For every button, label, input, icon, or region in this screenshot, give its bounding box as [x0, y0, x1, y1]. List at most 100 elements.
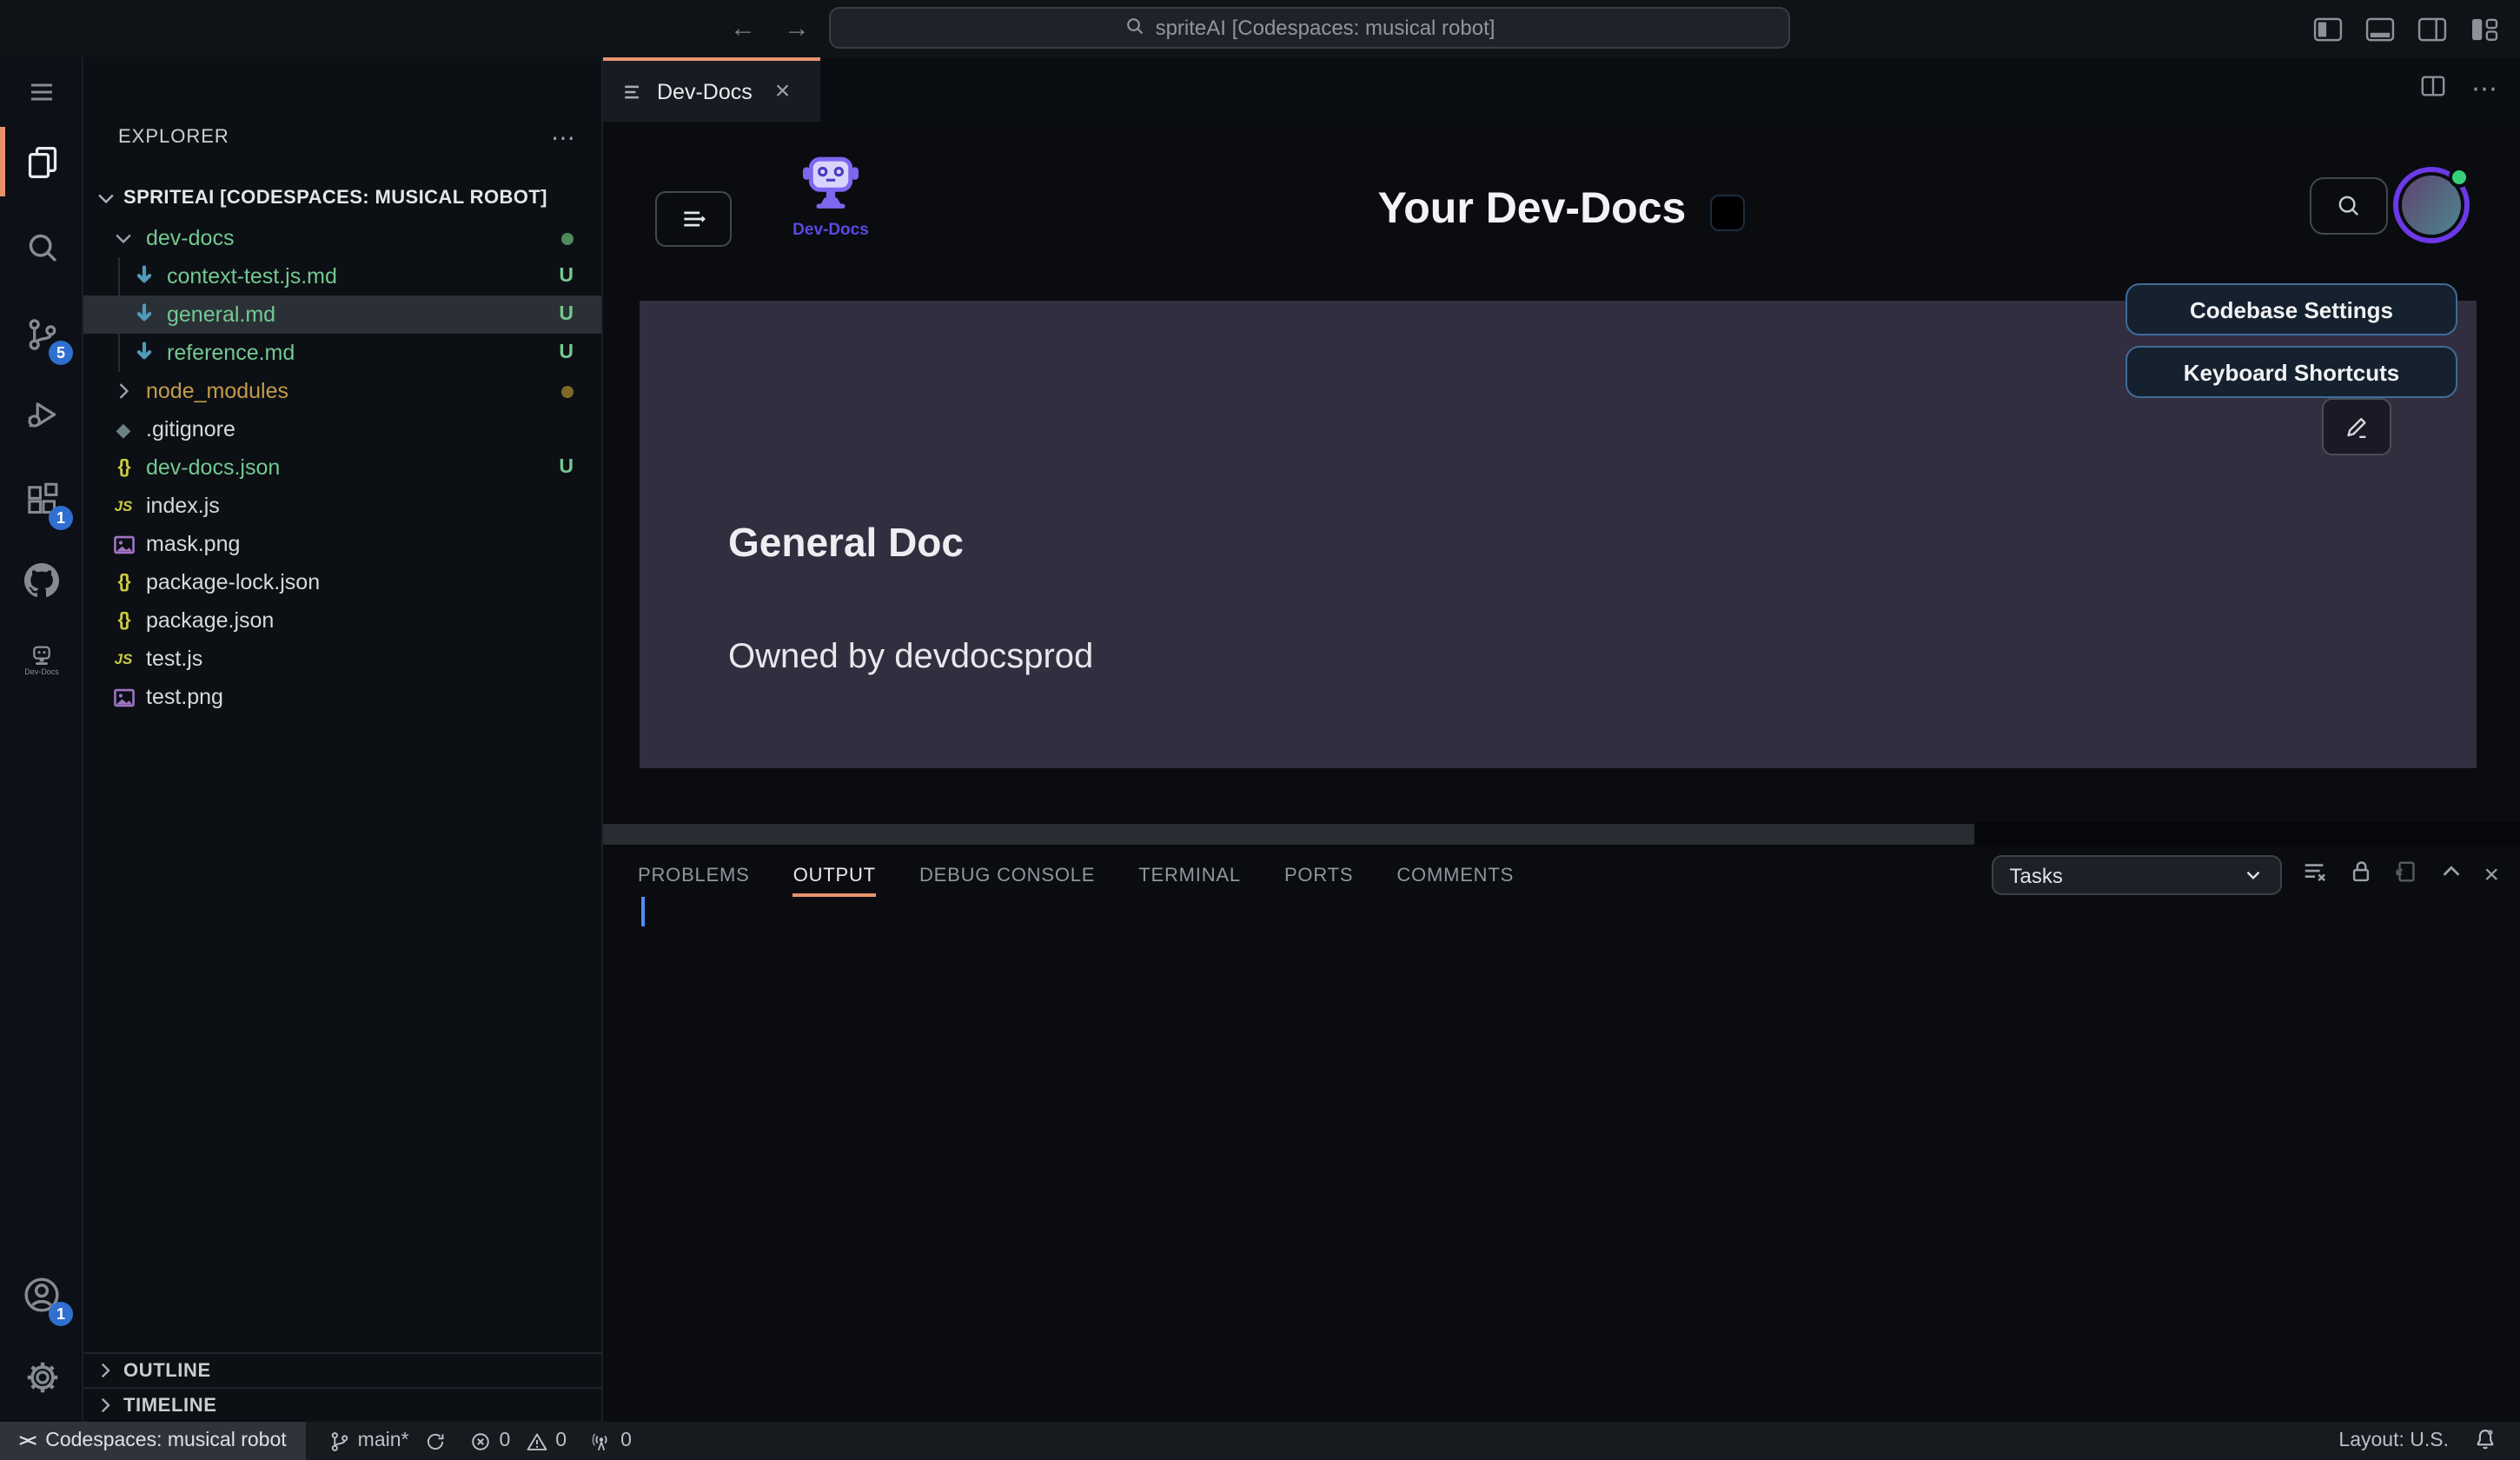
- panel-tab-comments[interactable]: COMMENTS: [1396, 846, 1514, 904]
- extensions-badge: 1: [49, 506, 73, 530]
- git-untracked-badge: U: [559, 342, 574, 363]
- remote-indicator[interactable]: >< Codespaces: musical robot: [0, 1422, 306, 1460]
- github-view-icon[interactable]: [0, 546, 83, 615]
- codebase-settings-button[interactable]: Codebase Settings: [2125, 283, 2457, 335]
- modified-dot-badge: [561, 232, 574, 244]
- panel-tab-output[interactable]: OUTPUT: [793, 846, 876, 904]
- maximize-panel-icon[interactable]: [2438, 858, 2464, 893]
- back-arrow-icon[interactable]: ←: [730, 14, 756, 43]
- file-row-mask-png[interactable]: mask.png: [83, 525, 601, 563]
- run-debug-view-icon[interactable]: [0, 379, 83, 448]
- keyboard-shortcuts-button[interactable]: Keyboard Shortcuts: [2125, 346, 2457, 398]
- warnings-icon: [524, 1430, 548, 1452]
- settings-gear-icon[interactable]: [0, 1342, 83, 1411]
- file-label: mask.png: [146, 532, 240, 556]
- file-row-test-js[interactable]: JStest.js: [83, 640, 601, 678]
- toggle-secondary-sidebar-icon[interactable]: [2417, 17, 2447, 41]
- close-panel-icon[interactable]: ×: [2484, 862, 2499, 888]
- command-center-text: spriteAI [Codespaces: musical robot]: [1156, 16, 1495, 40]
- explorer-more-actions-icon[interactable]: ⋯: [551, 130, 577, 144]
- git-untracked-badge: U: [559, 266, 574, 287]
- lock-scroll-icon[interactable]: [2348, 858, 2374, 893]
- bottom-panel: PROBLEMS OUTPUT DEBUG CONSOLE TERMINAL PORTS…: [603, 846, 2520, 1422]
- file-label: reference.md: [167, 341, 295, 365]
- js-icon: JS: [108, 650, 139, 667]
- webview-search-button[interactable]: [2310, 177, 2388, 235]
- menu-icon[interactable]: [0, 57, 83, 127]
- customize-layout-icon[interactable]: [2470, 17, 2499, 41]
- devdocs-view-icon[interactable]: Dev-Docs: [0, 626, 83, 695]
- horizontal-scrollbar: [603, 822, 2520, 846]
- ports-item[interactable]: 0: [589, 1422, 632, 1460]
- forward-arrow-icon[interactable]: →: [784, 14, 810, 43]
- file-label: dev-docs: [146, 226, 234, 250]
- file-row-dev-docs[interactable]: dev-docs: [83, 219, 601, 257]
- clear-output-icon[interactable]: [2301, 858, 2329, 893]
- file-row-context-test-js-md[interactable]: context-test.js.md U: [83, 257, 601, 295]
- search-view-icon[interactable]: [0, 212, 83, 282]
- scrollbar-thumb[interactable]: [603, 824, 1974, 845]
- open-in-editor-icon[interactable]: [2393, 858, 2419, 893]
- sync-icon: [424, 1430, 447, 1452]
- timeline-section-header[interactable]: TIMELINE: [83, 1387, 601, 1422]
- keyboard-layout-item[interactable]: Layout: U.S.: [2338, 1430, 2449, 1451]
- file-row-reference-md[interactable]: reference.md U: [83, 334, 601, 372]
- errors-count: 0: [499, 1430, 510, 1451]
- git-untracked-badge: U: [559, 457, 574, 478]
- problems-item[interactable]: 0 0: [469, 1422, 567, 1460]
- devdocs-webview: Dev-Docs Your Dev-Docs General Doc Owned…: [603, 122, 2520, 822]
- file-row-test-png[interactable]: test.png: [83, 678, 601, 716]
- accounts-badge: 1: [49, 1302, 73, 1326]
- explorer-view-icon[interactable]: [0, 127, 83, 196]
- panel-tab-terminal[interactable]: TERMINAL: [1138, 846, 1241, 904]
- file-row-general-md[interactable]: general.mdU: [83, 295, 601, 334]
- radio-tower-icon: [589, 1430, 613, 1452]
- file-label: context-test.js.md: [167, 264, 337, 289]
- file-label: general.md: [167, 302, 275, 327]
- workspace-section-header[interactable]: SPRITEAI [CODESPACES: MUSICAL ROBOT]: [83, 179, 601, 217]
- markdown-icon: [129, 341, 160, 365]
- file-label: package-lock.json: [146, 570, 320, 594]
- panel-tab-ports[interactable]: PORTS: [1284, 846, 1353, 904]
- output-channel-select[interactable]: Tasks: [1992, 855, 2282, 895]
- tab-bar: Dev-Docs × ⋯: [603, 57, 2520, 122]
- vscode-window: ← → spriteAI [Codespaces: musical robot]: [0, 0, 2520, 1460]
- explorer-sidebar: EXPLORER ⋯ SPRITEAI [CODESPACES: MUSICAL…: [83, 57, 603, 1422]
- markdown-icon: [129, 302, 160, 327]
- edit-button[interactable]: [2322, 398, 2391, 455]
- file-row-package-lock-json[interactable]: {}package-lock.json: [83, 563, 601, 601]
- file-row-dev-docs-json[interactable]: {}dev-docs.jsonU: [83, 448, 601, 487]
- source-control-view-icon[interactable]: 5: [0, 299, 83, 368]
- modified-dot-badge: [561, 385, 574, 397]
- file-label: dev-docs.json: [146, 455, 280, 480]
- command-center-search[interactable]: spriteAI [Codespaces: musical robot]: [829, 7, 1790, 49]
- ports-count: 0: [620, 1430, 632, 1451]
- tab-dev-docs[interactable]: Dev-Docs ×: [603, 57, 820, 122]
- remote-label: Codespaces: musical robot: [45, 1430, 286, 1451]
- editor-more-actions-icon[interactable]: ⋯: [2471, 84, 2499, 95]
- warnings-count: 0: [555, 1430, 567, 1451]
- output-channel-value: Tasks: [2009, 863, 2242, 887]
- file-row--gitignore[interactable]: ◆.gitignore: [83, 410, 601, 448]
- outline-section-header[interactable]: OUTLINE: [83, 1352, 601, 1387]
- toggle-panel-icon[interactable]: [2365, 17, 2395, 41]
- branch-item[interactable]: main*: [328, 1422, 448, 1460]
- file-row-index-js[interactable]: JSindex.js: [83, 487, 601, 525]
- search-icon: [2336, 193, 2362, 219]
- toggle-sidebar-icon[interactable]: [2313, 17, 2343, 41]
- file-row-package-json[interactable]: {}package.json: [83, 601, 601, 640]
- panel-tab-problems[interactable]: PROBLEMS: [638, 846, 750, 904]
- user-avatar[interactable]: [2393, 167, 2470, 243]
- panel-tab-debug-console[interactable]: DEBUG CONSOLE: [919, 846, 1095, 904]
- notifications-bell-icon[interactable]: [2473, 1426, 2497, 1456]
- split-editor-icon[interactable]: [2419, 72, 2447, 107]
- extensions-view-icon[interactable]: 1: [0, 464, 83, 534]
- output-text-cursor: [641, 897, 645, 926]
- missing-glyph-box: [1710, 194, 1745, 230]
- editor-group: Dev-Docs × ⋯: [603, 57, 2520, 1422]
- page-title: Your Dev-Docs: [1378, 184, 1687, 235]
- file-row-node-modules[interactable]: node_modules: [83, 372, 601, 410]
- accounts-icon[interactable]: 1: [0, 1260, 83, 1330]
- tab-close-icon[interactable]: ×: [775, 78, 791, 104]
- panel-tab-label: PORTS: [1284, 865, 1353, 886]
